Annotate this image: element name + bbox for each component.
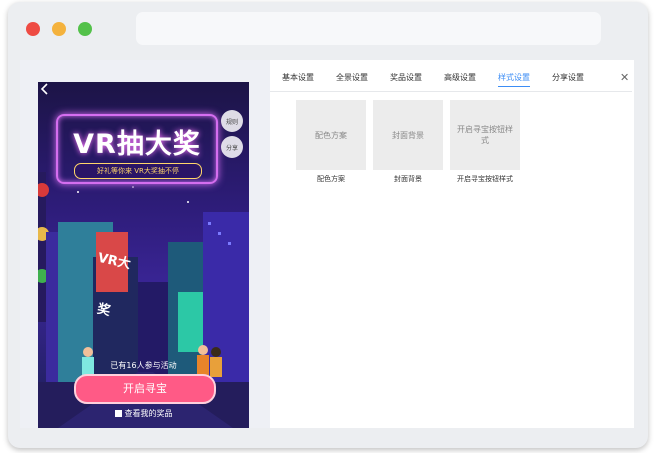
activity-title: VR抽大奖: [73, 129, 201, 160]
activity-subtitle: 好礼等你来 VR大奖抽不停: [74, 163, 202, 179]
view-my-prizes-label: 查看我的奖品: [124, 409, 173, 418]
close-icon[interactable]: ✕: [620, 71, 629, 84]
tab-basic-settings[interactable]: 基本设置: [282, 72, 314, 83]
maximize-window-button[interactable]: [78, 22, 92, 36]
start-treasure-hunt-button[interactable]: 开启寻宝: [74, 374, 216, 404]
color-scheme-card[interactable]: 配色方案: [296, 100, 366, 170]
address-bar[interactable]: [136, 12, 601, 45]
title-banner: VR抽大奖 好礼等你来 VR大奖抽不停: [56, 114, 218, 184]
settings-pane: 基本设置 全景设置 奖品设置 高级设置 样式设置 分享设置 ✕ 配色方案 配色方…: [270, 60, 634, 428]
participants-count: 已有16人参与活动: [110, 361, 177, 370]
settings-tabs: 基本设置 全景设置 奖品设置 高级设置 样式设置 分享设置 ✕: [270, 71, 632, 92]
phone-preview: VR大奖 VR抽大奖 好礼等你来 VR大奖抽不停 规则 分享 已有16人参与活动…: [38, 82, 249, 428]
tab-style-settings[interactable]: 样式设置: [498, 72, 530, 87]
tab-share-settings[interactable]: 分享设置: [552, 72, 584, 83]
gift-icon: [114, 410, 122, 417]
start-button-style-card[interactable]: 开启寻宝按钮样式: [450, 100, 520, 170]
cover-background-caption: 封面背景: [394, 175, 422, 183]
rules-button[interactable]: 规则: [221, 110, 243, 132]
preview-pane: VR大奖 VR抽大奖 好礼等你来 VR大奖抽不停 规则 分享 已有16人参与活动…: [20, 60, 270, 428]
minimize-window-button[interactable]: [52, 22, 66, 36]
tab-advanced-settings[interactable]: 高级设置: [444, 72, 476, 83]
view-my-prizes-link[interactable]: 查看我的奖品: [38, 408, 249, 419]
tab-panorama-settings[interactable]: 全景设置: [336, 72, 368, 83]
tab-prize-settings[interactable]: 奖品设置: [390, 72, 422, 83]
browser-window: VR大奖 VR抽大奖 好礼等你来 VR大奖抽不停 规则 分享 已有16人参与活动…: [8, 2, 648, 448]
share-button[interactable]: 分享: [221, 136, 243, 158]
page-viewport: VR大奖 VR抽大奖 好礼等你来 VR大奖抽不停 规则 分享 已有16人参与活动…: [20, 60, 634, 428]
start-button-style-caption: 开启寻宝按钮样式: [457, 175, 513, 183]
back-arrow-icon[interactable]: [38, 82, 52, 96]
close-window-button[interactable]: [26, 22, 40, 36]
color-scheme-caption: 配色方案: [317, 175, 345, 183]
cover-background-card[interactable]: 封面背景: [373, 100, 443, 170]
